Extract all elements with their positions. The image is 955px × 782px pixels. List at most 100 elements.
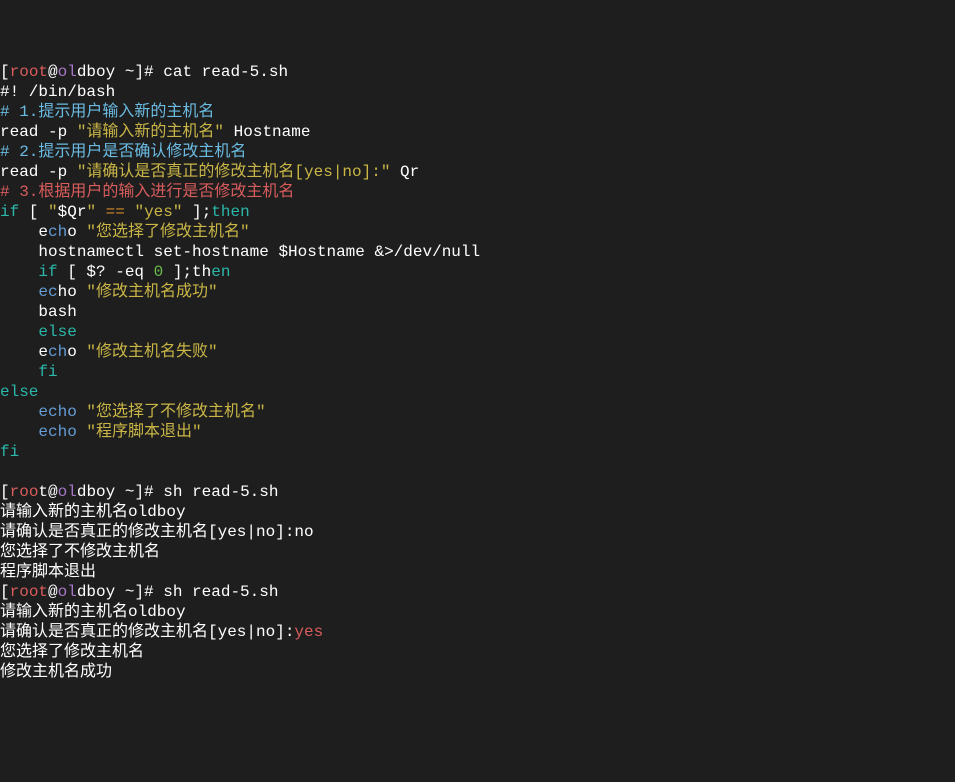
text-segment: yes — [294, 623, 323, 641]
terminal-line: else — [0, 322, 955, 342]
text-segment: root — [10, 63, 48, 81]
terminal-line: [root@oldboy ~]# sh read-5.sh — [0, 482, 955, 502]
text-segment: 请输入新的主机名oldboy — [0, 503, 186, 521]
terminal-line: [root@oldboy ~]# sh read-5.sh — [0, 582, 955, 602]
text-segment: 请确认是否真正的修改主机名[yes|no]: — [0, 623, 294, 641]
text-segment: [ — [58, 263, 87, 281]
text-segment: t — [38, 483, 48, 501]
text-segment: if — [0, 203, 19, 221]
text-segment: ec — [38, 283, 57, 301]
text-segment: 请确认是否真正的修改主机名[yes|no]:no — [0, 523, 314, 541]
text-segment: "yes" — [134, 203, 182, 221]
text-segment: Hostname — [224, 123, 310, 141]
terminal-output[interactable]: [root@oldboy ~]# cat read-5.sh#! /bin/ba… — [0, 60, 955, 682]
terminal-line: 您选择了不修改主机名 — [0, 542, 955, 562]
terminal-line: [root@oldboy ~]# cat read-5.sh — [0, 62, 955, 82]
terminal-line: #! /bin/bash — [0, 82, 955, 102]
text-segment — [0, 403, 38, 421]
text-segment: ];th — [163, 263, 211, 281]
text-segment: root — [10, 583, 48, 601]
text-segment: # 3.根据用户的输入进行是否修改主机名 — [0, 183, 294, 201]
text-segment: e — [0, 223, 48, 241]
text-segment: "您选择了修改主机名" — [86, 223, 249, 241]
terminal-line: read -p "请确认是否真正的修改主机名[yes|no]:" Qr — [0, 162, 955, 182]
text-segment: 0 — [154, 263, 164, 281]
terminal-line: if [ "$Qr" == "yes" ];then — [0, 202, 955, 222]
terminal-line: # 1.提示用户输入新的主机名 — [0, 102, 955, 122]
text-segment: $Qr — [58, 203, 87, 221]
terminal-line: # 3.根据用户的输入进行是否修改主机名 — [0, 182, 955, 202]
terminal-line: bash — [0, 302, 955, 322]
text-segment: "请输入新的主机名" — [77, 123, 224, 141]
text-segment: 您选择了不修改主机名 — [0, 543, 160, 561]
text-segment: dboy ~]# sh read-5.sh — [77, 583, 279, 601]
text-segment: @ — [48, 483, 58, 501]
terminal-line: 修改主机名成功 — [0, 662, 955, 682]
terminal-line: 请确认是否真正的修改主机名[yes|no]:no — [0, 522, 955, 542]
text-segment: " — [48, 203, 58, 221]
text-segment — [77, 403, 87, 421]
text-segment: "请确认是否真正的修改主机名[yes|no]:" — [77, 163, 391, 181]
text-segment: # 1.提示用户输入新的主机名 — [0, 103, 214, 121]
text-segment: bash — [0, 303, 77, 321]
text-segment: 您选择了修改主机名 — [0, 643, 144, 661]
text-segment: -eq — [106, 263, 154, 281]
text-segment: ol — [58, 583, 77, 601]
text-segment: [ — [0, 583, 10, 601]
text-segment: " — [86, 203, 96, 221]
text-segment: else — [0, 383, 38, 401]
text-segment: dboy ~]# cat read-5.sh — [77, 63, 288, 81]
text-segment — [0, 363, 38, 381]
text-segment: "修改主机名失败" — [86, 343, 217, 361]
text-segment: ho — [58, 283, 87, 301]
terminal-line: fi — [0, 442, 955, 462]
text-segment — [0, 423, 38, 441]
terminal-line: echo "修改主机名成功" — [0, 282, 955, 302]
text-segment: [ — [0, 63, 10, 81]
terminal-line: if [ $? -eq 0 ];then — [0, 262, 955, 282]
text-segment: echo — [38, 423, 76, 441]
text-segment: fi — [38, 363, 57, 381]
text-segment: read -p — [0, 123, 77, 141]
text-segment: e — [0, 343, 48, 361]
terminal-line: 请输入新的主机名oldboy — [0, 602, 955, 622]
text-segment: "程序脚本退出" — [86, 423, 201, 441]
text-segment: o — [67, 343, 86, 361]
text-segment — [0, 283, 38, 301]
text-segment — [96, 203, 106, 221]
text-segment: 修改主机名成功 — [0, 663, 112, 681]
text-segment: $Hostname — [278, 243, 364, 261]
text-segment — [0, 323, 38, 341]
terminal-line: 程序脚本退出 — [0, 562, 955, 582]
text-segment: hostnamectl set-hostname — [0, 243, 278, 261]
terminal-line: echo "您选择了修改主机名" — [0, 222, 955, 242]
text-segment: en — [211, 263, 230, 281]
text-segment: ch — [48, 343, 67, 361]
text-segment: "您选择了不修改主机名" — [86, 403, 265, 421]
text-segment: if — [38, 263, 57, 281]
text-segment: $? — [86, 263, 105, 281]
text-segment: # 2.提示用户是否确认修改主机名 — [0, 143, 246, 161]
text-segment: == — [106, 203, 125, 221]
text-segment: ch — [48, 223, 67, 241]
terminal-line: 请输入新的主机名oldboy — [0, 502, 955, 522]
text-segment: [ — [0, 483, 10, 501]
text-segment: @ — [48, 583, 58, 601]
terminal-line — [0, 462, 955, 482]
text-segment: ol — [58, 483, 77, 501]
text-segment: ]; — [182, 203, 211, 221]
text-segment: 程序脚本退出 — [0, 563, 96, 581]
text-segment: echo — [38, 403, 76, 421]
terminal-line: else — [0, 382, 955, 402]
terminal-line: hostnamectl set-hostname $Hostname &>/de… — [0, 242, 955, 262]
terminal-line: echo "您选择了不修改主机名" — [0, 402, 955, 422]
text-segment: #! /bin/bash — [0, 83, 115, 101]
terminal-line: echo "修改主机名失败" — [0, 342, 955, 362]
text-segment: "修改主机名成功" — [86, 283, 217, 301]
terminal-line: 您选择了修改主机名 — [0, 642, 955, 662]
text-segment: roo — [10, 483, 39, 501]
text-segment: &>/dev/null — [365, 243, 480, 261]
text-segment: dboy ~]# sh read-5.sh — [77, 483, 279, 501]
text-segment: 请输入新的主机名oldboy — [0, 603, 186, 621]
text-segment: fi — [0, 443, 19, 461]
